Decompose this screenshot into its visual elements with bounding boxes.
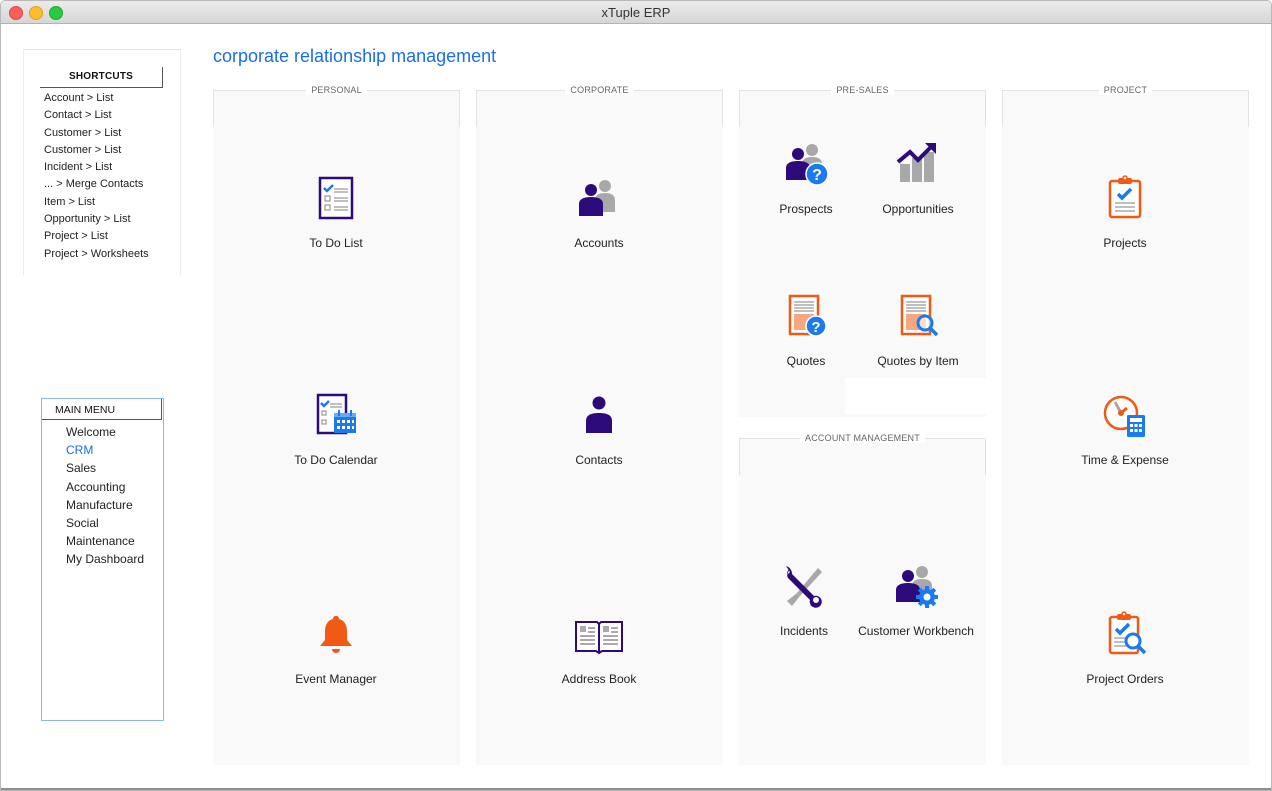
shortcuts-header: SHORTCUTS (40, 67, 163, 88)
menu-item-crm[interactable]: CRM (66, 441, 144, 459)
tile-project-orders[interactable]: Project Orders (1050, 610, 1200, 686)
menu-item-sales[interactable]: Sales (66, 459, 144, 477)
time-expense-icon (1103, 395, 1145, 437)
shortcut-item[interactable]: Item > List (44, 194, 149, 211)
window-bottom-edge (1, 788, 1271, 790)
contact-icon (586, 396, 612, 433)
todo-list-icon (318, 176, 354, 220)
tile-customer-workbench[interactable]: Customer Workbench (841, 562, 991, 638)
tile-label: Quotes by Item (877, 354, 959, 368)
tile-label: Time & Expense (1081, 453, 1169, 467)
panel-account-management: ACCOUNT MANAGEMENT Incidents Customer Wo… (739, 433, 986, 765)
shortcuts-panel: SHORTCUTS Account > List Contact > List … (23, 49, 181, 275)
shortcut-item[interactable]: Project > List (44, 228, 149, 245)
quotes-by-item-icon (900, 294, 939, 337)
tile-to-do-calendar[interactable]: To Do Calendar (261, 391, 411, 467)
shortcut-item[interactable]: Opportunity > List (44, 211, 149, 228)
bell-icon (320, 616, 352, 653)
tile-accounts[interactable]: Accounts (524, 174, 674, 250)
panel-label-project: PROJECT (1098, 85, 1153, 95)
tile-label: Project Orders (1086, 672, 1164, 686)
main-menu-list: Welcome CRM Sales Accounting Manufacture… (66, 423, 144, 569)
svg-text:?: ? (811, 319, 820, 336)
incidents-icon (786, 566, 822, 608)
tile-quotes-by-item[interactable]: Quotes by Item (843, 292, 993, 368)
shortcut-list: Account > List Contact > List Customer >… (44, 90, 149, 263)
shortcut-item[interactable]: ... > Merge Contacts (44, 176, 149, 193)
shortcut-item[interactable]: Account > List (44, 90, 149, 107)
customer-workbench-icon (896, 566, 938, 608)
opportunities-icon (896, 143, 936, 182)
main-menu-header: MAIN MENU (42, 399, 162, 420)
tile-label: Projects (1103, 236, 1147, 250)
tile-projects[interactable]: Projects (1050, 174, 1200, 250)
quotes-icon: ? (788, 294, 827, 337)
panel-label-pre-sales: PRE-SALES (831, 85, 894, 95)
project-orders-icon (1108, 611, 1147, 655)
panel-label-account-management: ACCOUNT MANAGEMENT (800, 433, 925, 443)
tile-label: Contacts (575, 453, 623, 467)
tile-contacts[interactable]: Contacts (524, 391, 674, 467)
tile-label: Event Manager (295, 672, 377, 686)
tile-label: Accounts (574, 236, 624, 250)
tile-address-book[interactable]: Address Book (524, 610, 674, 686)
tile-label: To Do Calendar (294, 453, 378, 467)
tile-label: Customer Workbench (858, 624, 974, 638)
panel-project: PROJECT Projects Time & Expense Project … (1002, 85, 1249, 765)
app-window: xTuple ERP SHORTCUTS Account > List Cont… (0, 0, 1272, 791)
shortcut-item[interactable]: Customer > List (44, 125, 149, 142)
title-bar: xTuple ERP (1, 1, 1271, 24)
shortcut-item[interactable]: Contact > List (44, 107, 149, 124)
tile-label: Opportunities (882, 202, 954, 216)
tile-opportunities[interactable]: Opportunities (843, 140, 993, 216)
tile-event-manager[interactable]: Event Manager (261, 610, 411, 686)
panel-corporate: CORPORATE Accounts Contacts Address Book (476, 85, 723, 765)
tile-label: To Do List (309, 236, 363, 250)
page-title: corporate relationship management (213, 46, 497, 66)
todo-calendar-icon (316, 393, 356, 435)
window-title: xTuple ERP (601, 5, 671, 20)
menu-item-accounting[interactable]: Accounting (66, 478, 144, 496)
panel-label-personal: PERSONAL (306, 85, 367, 95)
menu-item-social[interactable]: Social (66, 514, 144, 532)
shortcut-item[interactable]: Project > Worksheets (44, 246, 149, 263)
address-book-icon (575, 621, 623, 655)
svg-text:?: ? (812, 167, 822, 184)
tile-time-expense[interactable]: Time & Expense (1050, 391, 1200, 467)
tile-to-do-list[interactable]: To Do List (261, 174, 411, 250)
projects-icon (1108, 175, 1142, 219)
menu-item-maintenance[interactable]: Maintenance (66, 532, 144, 550)
accounts-icon (579, 180, 615, 216)
menu-item-manufacture[interactable]: Manufacture (66, 496, 144, 514)
panel-label-corporate: CORPORATE (565, 85, 634, 95)
tile-label: Address Book (561, 672, 637, 686)
panel-personal: PERSONAL To Do List To Do Calendar Event… (213, 85, 460, 765)
panel-pre-sales: PRE-SALES ? Prospects Opportunities ? Qu… (739, 85, 986, 417)
shortcut-item[interactable]: Incident > List (44, 159, 149, 176)
menu-item-welcome[interactable]: Welcome (66, 423, 144, 441)
main-menu-panel: MAIN MENU Welcome CRM Sales Accounting M… (41, 398, 164, 721)
shortcut-item[interactable]: Customer > List (44, 142, 149, 159)
prospects-icon: ? (786, 144, 829, 186)
menu-item-my-dashboard[interactable]: My Dashboard (66, 550, 144, 568)
